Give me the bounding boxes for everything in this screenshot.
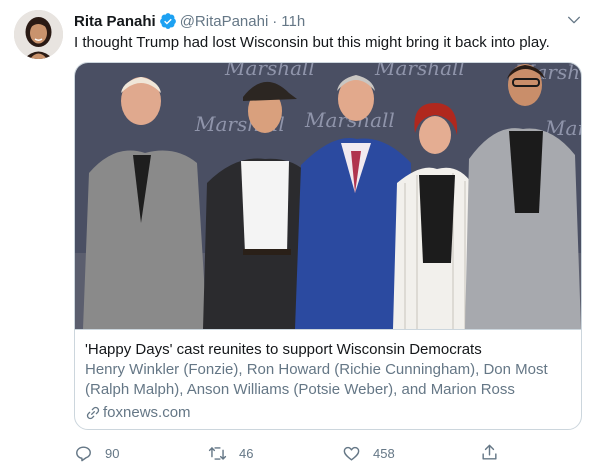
tweet: Rita Panahi @RitaPanahi · 11h I thought … <box>0 0 598 472</box>
handle[interactable]: @RitaPanahi <box>180 13 269 30</box>
link-card[interactable]: Marshall Marshall Marshall Marshall Mars… <box>74 62 582 430</box>
separator-dot: · <box>272 12 278 30</box>
tweet-text: I thought Trump had lost Wisconsin but t… <box>74 34 550 51</box>
card-description: Henry Winkler (Fonzie), Ron Howard (Rich… <box>85 361 548 398</box>
retweet-count: 46 <box>239 445 254 461</box>
card-title[interactable]: 'Happy Days' cast reunites to support Wi… <box>85 340 575 360</box>
retweet-icon <box>208 446 227 460</box>
card-domain: foxnews.com <box>85 403 191 423</box>
reply-button[interactable]: 90 <box>74 440 119 466</box>
verified-badge-icon <box>159 12 177 30</box>
svg-text:Marshall: Marshall <box>224 63 315 80</box>
reply-icon <box>76 445 91 461</box>
action-bar: 90 46 458 <box>74 440 564 466</box>
display-name[interactable]: Rita Panahi <box>74 13 156 30</box>
like-button[interactable]: 458 <box>342 440 395 466</box>
card-domain-text: foxnews.com <box>103 404 191 421</box>
card-image[interactable]: Marshall Marshall Marshall Marshall Mars… <box>75 63 581 329</box>
timestamp[interactable]: 11h <box>281 13 305 30</box>
avatar-image <box>14 10 63 59</box>
svg-text:Marshall: Marshall <box>374 63 465 80</box>
chevron-down-icon[interactable] <box>566 12 582 28</box>
card-body[interactable]: 'Happy Days' cast reunites to support Wi… <box>75 329 581 429</box>
link-icon <box>86 406 100 420</box>
reply-count: 90 <box>105 445 120 461</box>
heart-icon <box>343 446 360 461</box>
share-icon[interactable] <box>480 443 499 462</box>
tweet-header: Rita Panahi @RitaPanahi · 11h <box>74 11 558 31</box>
avatar[interactable] <box>14 10 63 59</box>
backdrop-logo-text: Marshall <box>224 63 315 80</box>
like-count: 458 <box>373 445 395 461</box>
retweet-button[interactable]: 46 <box>208 440 253 466</box>
backdrop-logo-text: Marshall <box>374 63 465 80</box>
